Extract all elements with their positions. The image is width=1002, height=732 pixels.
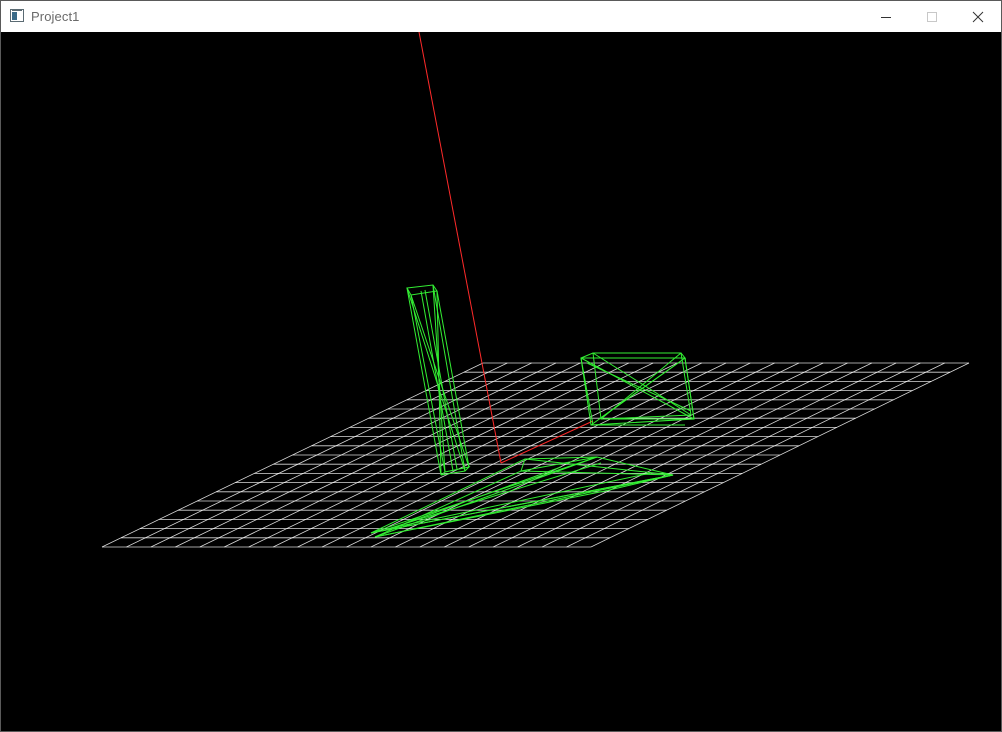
box-wireframe <box>580 352 695 426</box>
tall-pillar-wireframe <box>406 284 471 476</box>
ground-grid <box>101 362 970 548</box>
close-button[interactable] <box>955 1 1001 32</box>
minimize-button[interactable] <box>863 1 909 32</box>
title-bar[interactable]: Project1 <box>1 1 1001 32</box>
scene-svg <box>101 32 970 548</box>
minimize-icon <box>881 16 891 18</box>
close-icon <box>972 11 984 22</box>
app-icon <box>10 9 24 22</box>
maximize-icon <box>927 11 937 22</box>
window-title: Project1 <box>31 9 80 24</box>
maximize-button[interactable] <box>909 1 955 32</box>
app-window: Project1 <box>0 0 1002 732</box>
render-viewport[interactable] <box>1 32 1001 731</box>
